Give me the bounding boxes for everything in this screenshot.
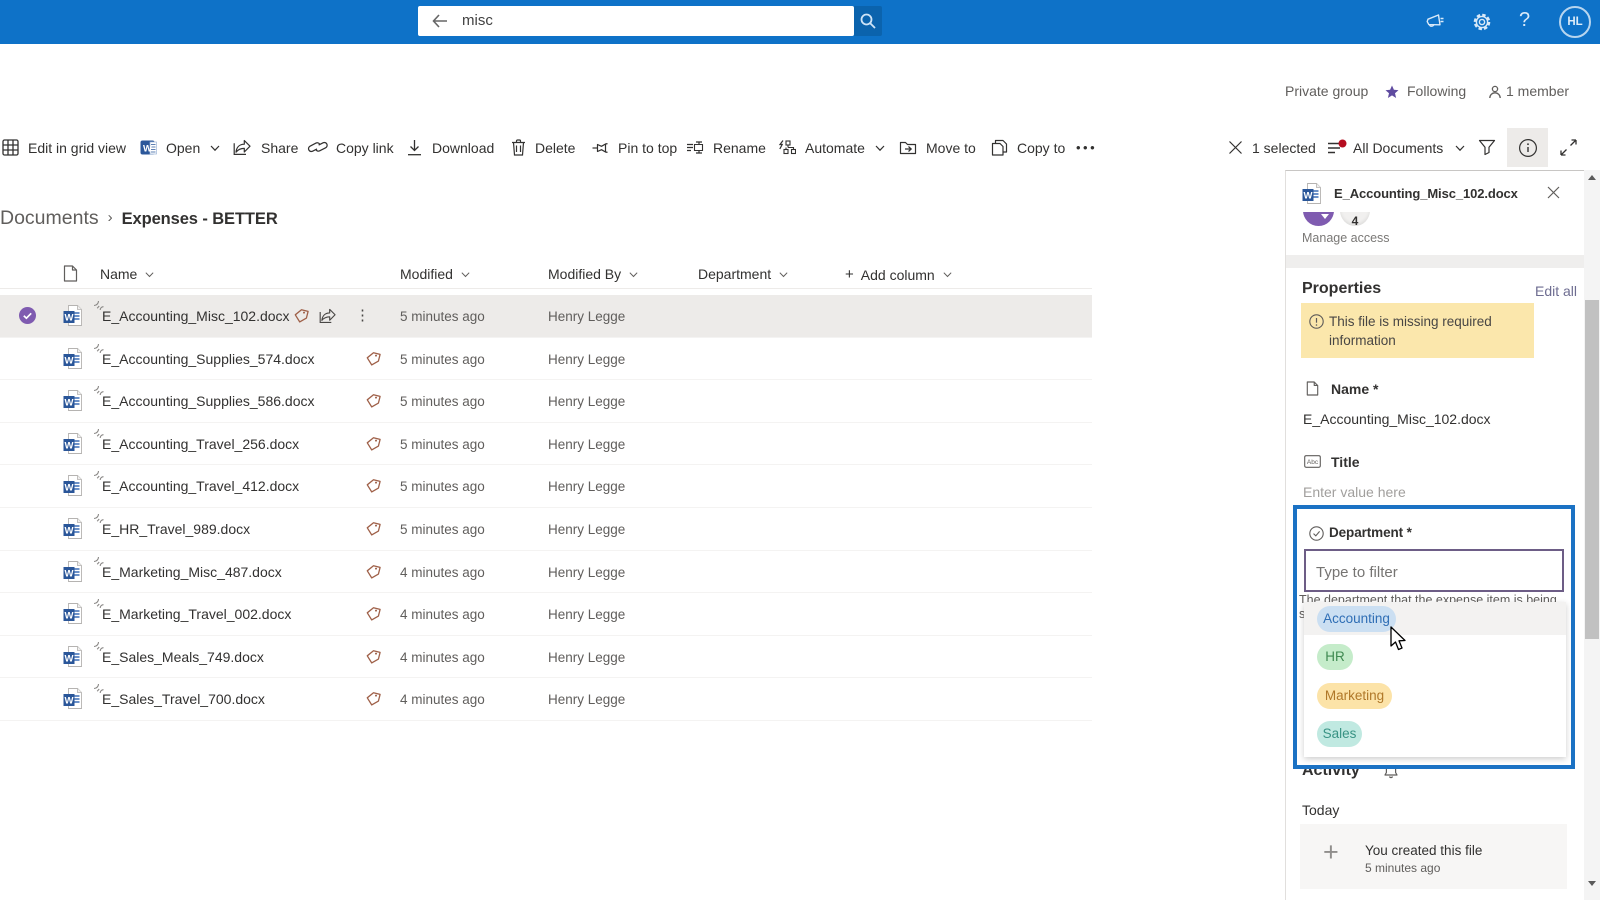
svg-text:W: W (65, 312, 74, 323)
svg-text:W: W (65, 653, 74, 664)
svg-text:W: W (143, 144, 152, 155)
svg-text:W: W (65, 355, 74, 366)
svg-text:W: W (65, 440, 74, 451)
svg-text:W: W (65, 696, 74, 707)
svg-text:W: W (65, 483, 74, 494)
svg-text:W: W (65, 398, 74, 409)
svg-text:W: W (1304, 190, 1313, 201)
svg-text:Abc: Abc (1307, 459, 1319, 466)
svg-text:W: W (65, 525, 74, 536)
svg-text:W: W (65, 568, 74, 579)
svg-text:W: W (65, 611, 74, 622)
